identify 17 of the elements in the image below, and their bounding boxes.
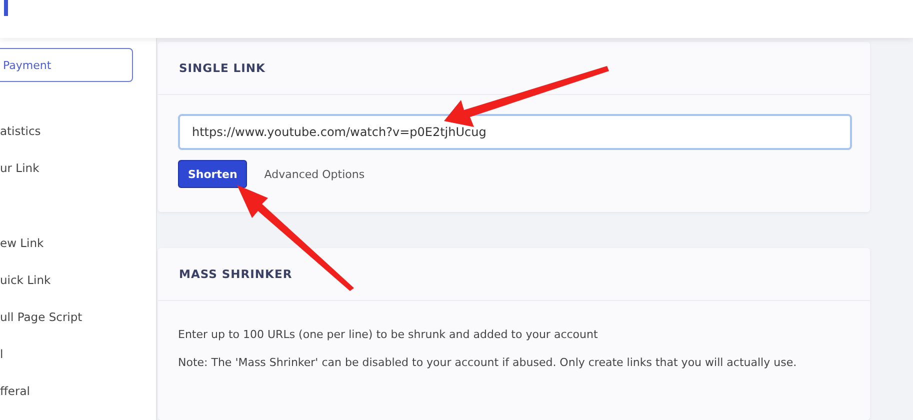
info-text: Enter up to 100 URLs (one per line) to be shrunk and added to your account xyxy=(178,328,599,341)
payment-button[interactable]: Payment xyxy=(0,48,133,82)
sidebar-item[interactable]: ull Page Script xyxy=(0,310,156,347)
sidebar-item[interactable]: l xyxy=(0,347,156,384)
sidebar-item[interactable]: uick Link xyxy=(0,273,156,310)
card-title: SINGLE LINK xyxy=(179,61,266,75)
shorten-button[interactable]: Shorten xyxy=(178,160,248,188)
sidebar-item[interactable]: fferal xyxy=(0,384,156,420)
arrow-icon xyxy=(444,66,609,127)
card-title: MASS SHRINKER xyxy=(179,267,292,281)
advanced-options-link[interactable]: Advanced Options xyxy=(264,168,365,180)
sidebar-item[interactable]: ew Link xyxy=(0,236,156,273)
logo-mark xyxy=(4,0,8,16)
sidebar-item[interactable]: atistics xyxy=(0,124,156,161)
url-field[interactable]: https://www.youtube.com/watch?v=p0E2tjhUcug xyxy=(178,114,852,150)
sidebar-item[interactable]: ur Link xyxy=(0,161,156,198)
info-text: Note: The 'Mass Shrinker' can be disabled to your account if abused. Only create links that you will actually use. xyxy=(178,356,798,369)
